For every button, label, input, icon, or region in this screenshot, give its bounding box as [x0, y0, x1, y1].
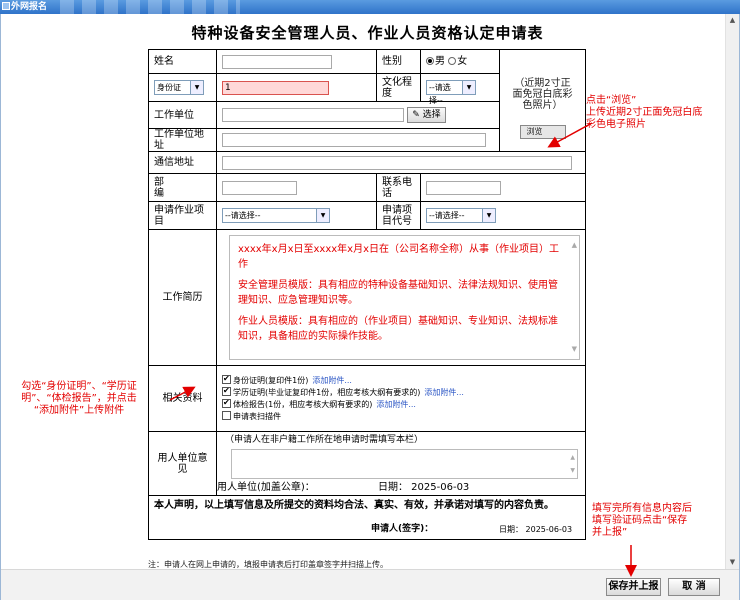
attach-id-label: 身份证明(复印件1份): [233, 375, 309, 385]
opinion-date: 日期： 2025-06-03: [378, 481, 470, 493]
window-titlebar: 外网报名: [0, 0, 740, 14]
attach-id-add-link[interactable]: 添加附件...: [312, 376, 352, 385]
attach-health-add-link[interactable]: 添加附件...: [376, 400, 416, 409]
browse-button[interactable]: 浏览: [519, 125, 566, 139]
window-title: 外网报名: [11, 2, 48, 12]
annotation-photo: 点击“浏览” 上传近期2寸正面免冠白底 彩色电子照片: [586, 95, 736, 131]
photo-hint: （近期2寸正面免冠白底彩色照片）: [512, 78, 573, 111]
name-input[interactable]: [222, 54, 332, 69]
attachment-row: 申请表扫描件: [222, 410, 580, 423]
annotation-attach-line: 明”、“体检报告”，并点击: [21, 393, 137, 404]
postcode-label: 部 编: [154, 176, 178, 199]
bottom-toolbar: 保存并上报 取 消: [1, 569, 739, 600]
select-unit-label: 选择: [422, 110, 441, 120]
declaration-cell: 本人声明，以上填写信息及所提交的资料均合法、真实、有效，并承诺对填写的内容负责。…: [148, 495, 586, 540]
cancel-button[interactable]: 取 消: [668, 578, 720, 596]
resume-line: 安全管理员模版：具有相应的特种设备基础知识、法律法规知识、使用管理知识、应急管理…: [238, 280, 558, 306]
attach-edu-label: 学历证明(毕业证复印件1份，相应考核大纲有要求的): [233, 387, 421, 397]
opinion-label: 用人单位意见: [148, 431, 217, 496]
work-address-input[interactable]: [222, 133, 486, 147]
window-icon: [2, 2, 10, 10]
annotation-photo-line: 上传近期2寸正面免冠白底: [586, 107, 703, 118]
annotation-attach-line: “添加附件”上传附件: [33, 405, 125, 416]
project-code-select[interactable]: --请选择--: [426, 208, 496, 223]
project-select[interactable]: --请选择--: [222, 208, 330, 223]
save-submit-button[interactable]: 保存并上报: [606, 578, 661, 596]
attach-id-checkbox[interactable]: [222, 373, 231, 385]
opinion-scroll-up-icon[interactable]: ▲: [570, 452, 575, 463]
annotation-attach: 勾选“身份证明”、“学历证 明”、“体检报告”，并点击 “添加附件”上传附件: [4, 381, 154, 417]
project-label: 申请作业项目: [148, 201, 217, 230]
application-form: 姓名 性别 男 女 （近期2寸正面免冠白底彩色照片） 浏览 身份证 1 文化程度…: [148, 49, 586, 540]
attach-health-checkbox[interactable]: [222, 397, 231, 409]
scroll-down-icon[interactable]: ▼: [726, 556, 739, 569]
phone-label: 联系电话: [376, 173, 421, 202]
applicant-sign-label: 申请人(签字)：: [371, 524, 434, 534]
attach-edu-add-link[interactable]: 添加附件...: [424, 388, 464, 397]
opinion-scroll-down-icon[interactable]: ▼: [570, 465, 575, 476]
attach-health-label: 体检报告(1份，相应考核大纲有要求的): [233, 399, 373, 409]
mail-address-label: 通信地址: [148, 151, 217, 174]
opinion-textarea[interactable]: ▲ ▼: [231, 448, 578, 479]
titlebar-faded-text: [60, 0, 240, 14]
annotation-photo-line: 点击“浏览”: [586, 95, 637, 106]
gender-male-label: 男: [435, 56, 445, 67]
opinion-footer: 用人单位(加盖公章)： 日期： 2025-06-03: [217, 482, 580, 493]
postcode-input[interactable]: [222, 180, 297, 195]
opinion-hint: （申请人在非户籍工作所在地申请时需填写本栏）: [225, 434, 424, 445]
resume-line: 作业人员模版：具有相应的（作业项目）基础知识、专业知识、法规标准知识，具备相应的…: [238, 316, 558, 342]
opinion-stamp-label: 用人单位(加盖公章)：: [217, 481, 315, 493]
work-unit-input[interactable]: [222, 108, 404, 122]
declaration-date: 日期： 2025-06-03: [499, 525, 573, 534]
annotation-photo-line: 彩色电子照片: [586, 119, 646, 130]
textarea-scroll-up-icon[interactable]: ▲: [572, 240, 577, 251]
declaration-text: 本人声明，以上填写信息及所提交的资料均合法、真实、有效，并承诺对填写的内容负责。: [154, 500, 554, 511]
gender-label: 性别: [376, 49, 421, 74]
name-label: 姓名: [148, 49, 217, 74]
attachment-row: 学历证明(毕业证复印件1份，相应考核大纲有要求的)添加附件...: [222, 385, 580, 399]
annotation-save: 填写完所有信息内容后 填写验证码点击“保存 并上报”: [592, 503, 737, 539]
gender-female-label: 女: [457, 56, 468, 67]
select-unit-button[interactable]: ✎ 选择: [407, 107, 446, 123]
attach-edu-checkbox[interactable]: [222, 385, 231, 397]
annotation-save-line: 填写验证码点击“保存: [592, 515, 688, 526]
phone-input[interactable]: [426, 180, 501, 195]
resume-label: 工作简历: [148, 229, 217, 366]
gender-female-radio[interactable]: [448, 57, 457, 65]
attachment-row: 体检报告(1份，相应考核大纲有要求的)添加附件...: [222, 397, 580, 411]
page-title: 特种设备安全管理人员、作业人员资格认定申请表: [191, 24, 544, 42]
attach-scan-checkbox[interactable]: [222, 410, 231, 420]
id-number-input[interactable]: 1: [222, 80, 329, 95]
resume-line: xxxx年x月x日至xxxx年x月x日在（公司名称全称）从事（作业项目）工作: [238, 244, 560, 270]
work-address-label: 工作单位地址: [148, 128, 217, 152]
textarea-scroll-down-icon[interactable]: ▼: [572, 344, 577, 355]
project-code-label: 申请项目代号: [376, 201, 421, 230]
work-unit-label: 工作单位: [148, 101, 217, 129]
attach-scan-label: 申请表扫描件: [233, 411, 281, 421]
education-label: 文化程度: [376, 73, 421, 102]
education-select[interactable]: --请选择--: [426, 80, 476, 105]
gender-male-radio[interactable]: [426, 57, 434, 65]
attachment-row: 身份证明(复印件1份)添加附件...: [222, 373, 580, 387]
annotation-save-line: 填写完所有信息内容后: [592, 503, 692, 514]
annotation-save-line: 并上报”: [592, 527, 628, 538]
materials-label: 相关资料: [148, 365, 217, 432]
resume-textarea[interactable]: xxxx年x月x日至xxxx年x月x日在（公司名称全称）从事（作业项目）工作 安…: [229, 235, 580, 360]
annotation-attach-line: 勾选“身份证明”、“学历证: [21, 381, 137, 392]
id-type-select[interactable]: 身份证: [154, 80, 204, 95]
photo-cell: （近期2寸正面免冠白底彩色照片） 浏览: [499, 49, 586, 152]
scroll-up-icon[interactable]: ▲: [726, 14, 739, 27]
mail-address-input[interactable]: [222, 155, 572, 170]
